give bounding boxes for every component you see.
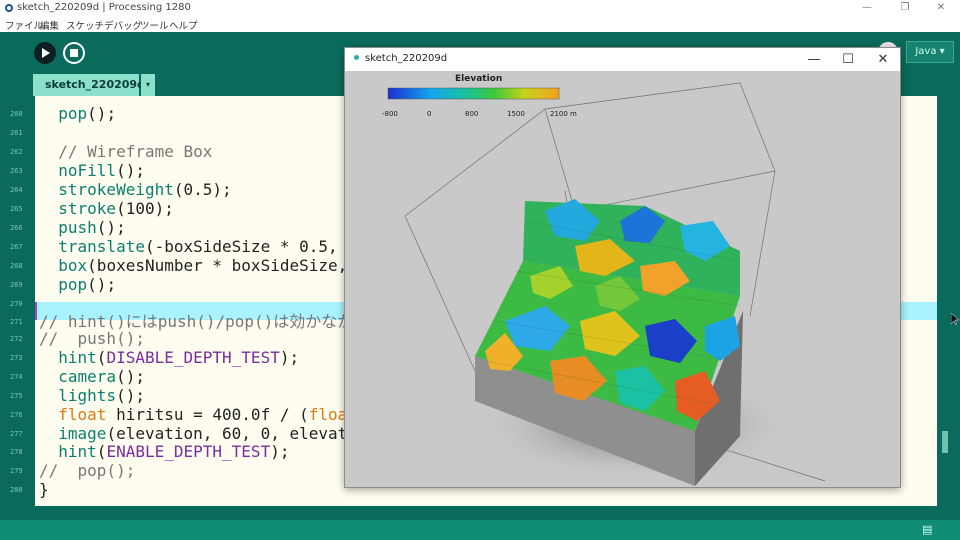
sketch-app-icon [354, 55, 359, 60]
line-number: 279 [10, 467, 23, 475]
elevation-legend: Elevation -800 0 800 1500 2100 m [382, 74, 577, 118]
code-line[interactable]: pop(); [39, 104, 116, 123]
code-line[interactable]: image(elevation, 60, 0, elevatio [39, 424, 366, 443]
processing-app-icon [5, 4, 13, 12]
tab-menu-button[interactable]: ▾ [141, 74, 155, 96]
window-titlebar: sketch_220209d | Processing 1280 — ❐ ✕ [0, 0, 960, 17]
line-number: 270 [10, 300, 23, 308]
close-button[interactable]: ✕ [926, 2, 956, 15]
code-line[interactable]: stroke(100); [39, 199, 174, 218]
line-number: 280 [10, 486, 23, 494]
code-line[interactable]: // Wireframe Box [39, 142, 212, 161]
menu-help[interactable]: ヘルプ [169, 18, 198, 32]
menu-bar: ファイル 編集 スケッチ デバッグ ツール ヘルプ [0, 17, 960, 32]
line-number: 273 [10, 354, 23, 362]
line-number: 277 [10, 430, 23, 438]
legend-tick: -800 [382, 110, 398, 118]
run-button[interactable] [34, 42, 56, 64]
code-line[interactable]: hint(DISABLE_DEPTH_TEST); [39, 348, 299, 367]
mouse-cursor-icon [951, 313, 959, 325]
code-line[interactable]: lights(); [39, 386, 145, 405]
line-number: 275 [10, 392, 23, 400]
line-number: 268 [10, 262, 23, 270]
sketch-close-button[interactable]: ✕ [869, 50, 897, 69]
line-number: 274 [10, 373, 23, 381]
legend-tick: 0 [427, 110, 431, 118]
sketch-minimize-button[interactable]: — [800, 50, 828, 69]
code-line[interactable]: box(boxesNumber * boxSideSize, b [39, 256, 366, 275]
mode-selector[interactable]: Java ▾ [906, 41, 954, 63]
menu-edit[interactable]: 編集 [40, 18, 59, 32]
sketch-window[interactable]: sketch_220209d — ☐ ✕ Elevation -800 0 80… [344, 47, 901, 488]
line-number-gutter: 260 261 262 263 264 265 266 267 268 269 270 271 272 2… [0, 96, 35, 513]
line-number: 260 [10, 110, 23, 118]
scrollbar-thumb[interactable] [942, 431, 948, 453]
code-line[interactable]: pop(); [39, 275, 116, 294]
code-line[interactable]: camera(); [39, 367, 145, 386]
stop-icon [65, 44, 83, 62]
tab-sketch[interactable]: sketch_220209d [33, 74, 145, 96]
code-line[interactable]: // push(); [39, 329, 145, 348]
line-number: 261 [10, 129, 23, 137]
line-number: 276 [10, 411, 23, 419]
menu-debug[interactable]: デバッグ [104, 18, 142, 32]
code-line[interactable]: strokeWeight(0.5); [39, 180, 231, 199]
code-line[interactable]: push(); [39, 218, 125, 237]
line-number: 271 [10, 318, 23, 326]
restore-button[interactable]: ❐ [890, 2, 920, 15]
sketch-maximize-button[interactable]: ☐ [834, 50, 862, 69]
sketch-canvas[interactable]: Elevation -800 0 800 1500 2100 m [345, 71, 900, 487]
editor-scrollbar[interactable] [937, 96, 960, 506]
status-bar: ▤ [0, 520, 960, 540]
code-line[interactable]: } [39, 480, 49, 499]
line-number: 267 [10, 243, 23, 251]
menu-file[interactable]: ファイル [5, 18, 43, 32]
legend-tick: 1500 [507, 110, 525, 118]
line-number: 266 [10, 224, 23, 232]
code-line[interactable]: hint(ENABLE_DEPTH_TEST); [39, 442, 289, 461]
legend-tick: 800 [465, 110, 478, 118]
window-title: sketch_220209d | Processing 1280 [17, 2, 191, 13]
text-caret [35, 302, 37, 320]
legend-tick: 2100 m [550, 110, 577, 118]
minimize-button[interactable]: — [852, 2, 882, 15]
stop-button[interactable] [63, 42, 85, 64]
menu-tools[interactable]: ツール [140, 18, 169, 32]
line-number: 272 [10, 335, 23, 343]
line-number: 264 [10, 186, 23, 194]
line-number: 262 [10, 148, 23, 156]
line-number: 278 [10, 448, 23, 456]
legend-colorbar [387, 87, 560, 100]
line-number: 269 [10, 281, 23, 289]
sketch-titlebar: sketch_220209d — ☐ ✕ [345, 48, 900, 71]
code-line[interactable]: noFill(); [39, 161, 145, 180]
legend-title: Elevation [455, 74, 502, 84]
code-line[interactable]: float hiritsu = 400.0f / (float) [39, 405, 366, 424]
console-icon[interactable]: ▤ [922, 523, 934, 537]
console-divider [0, 506, 960, 520]
sketch-title: sketch_220209d [365, 53, 448, 64]
menu-sketch[interactable]: スケッチ [66, 18, 104, 32]
play-icon [42, 48, 50, 58]
code-line[interactable]: // pop(); [39, 461, 135, 480]
code-line[interactable]: translate(-boxSideSize * 0.5, -b [39, 237, 366, 256]
line-number: 263 [10, 167, 23, 175]
line-number: 265 [10, 205, 23, 213]
